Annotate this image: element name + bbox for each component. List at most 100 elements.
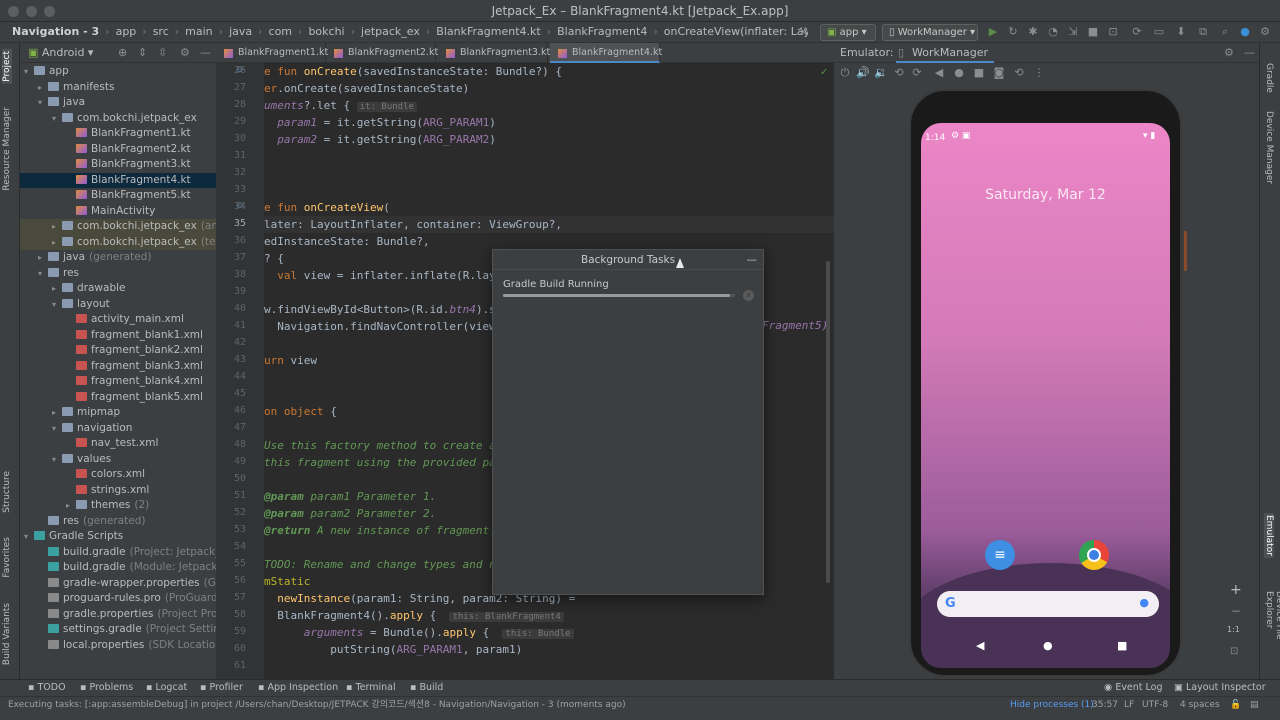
hide-processes-link[interactable]: Hide processes (1) [1010, 697, 1094, 713]
minimize-popup-icon[interactable]: — [747, 250, 758, 270]
no-problems-icon[interactable]: ✓ [820, 67, 828, 78]
project-tree-row[interactable]: ▸ mipmap [20, 405, 216, 421]
breadcrumb-item[interactable]: src [149, 22, 173, 42]
locate-icon[interactable]: ⊕ [118, 43, 127, 63]
bottom-tool-terminal[interactable]: ▪ Terminal [346, 680, 396, 696]
project-tree-row[interactable]: nav_test.xml [20, 436, 216, 452]
editor-tab[interactable]: BlankFragment2.kt [326, 43, 438, 63]
project-tree-row[interactable]: ▸ com.bokchi.jetpack_ex(andro [20, 219, 216, 235]
project-tree-row[interactable]: ▾ app [20, 64, 216, 80]
expand-arrow-icon[interactable]: ▸ [52, 405, 62, 421]
project-tree-row[interactable]: ▾ java [20, 95, 216, 111]
stop-icon[interactable]: ■ [1086, 25, 1100, 39]
emulator-device-tab[interactable]: ▯ WorkManager [896, 43, 995, 63]
project-tree-row[interactable]: ▾ com.bokchi.jetpack_ex [20, 111, 216, 127]
project-tree-row[interactable]: fragment_blank2.xml [20, 343, 216, 359]
expand-arrow-icon[interactable]: ▾ [52, 452, 62, 468]
project-tree-row[interactable]: BlankFragment1.kt [20, 126, 216, 142]
breadcrumb-item[interactable]: BlankFragment4 [553, 22, 651, 42]
bottom-tool-logcat[interactable]: ▪ Logcat [146, 680, 187, 696]
expand-all-icon[interactable]: ⇕ [138, 43, 147, 63]
more-icon[interactable]: ⋮ [1032, 66, 1046, 80]
volume-up-icon[interactable]: 🔊 [856, 66, 870, 80]
memory-indicator-icon[interactable]: ▤ [1250, 697, 1259, 713]
project-tree-row[interactable]: ▾ values [20, 452, 216, 468]
expand-arrow-icon[interactable]: ▾ [52, 111, 62, 127]
expand-arrow-icon[interactable]: ▸ [38, 80, 48, 96]
resource-manager-tab[interactable]: Resource Manager [2, 107, 12, 191]
snapshot-icon[interactable]: ⟲ [1012, 66, 1026, 80]
project-tree-row[interactable]: build.gradle(Project: Jetpack_Ex [20, 545, 216, 561]
expand-arrow-icon[interactable]: ▾ [52, 421, 62, 437]
project-tree-row[interactable]: ▸ themes (2) [20, 498, 216, 514]
project-tree-row[interactable]: activity_main.xml [20, 312, 216, 328]
screenshot-icon[interactable]: ◙ [992, 66, 1006, 80]
zoom-1-1-icon[interactable]: 1:1 [1227, 625, 1240, 634]
gear-icon[interactable]: ⚙ [180, 43, 190, 63]
project-view-select[interactable]: Android [42, 46, 85, 59]
project-tree-row[interactable]: ▸ manifests [20, 80, 216, 96]
project-tree-row[interactable]: local.properties(SDK Location) [20, 638, 216, 654]
bottom-tool-problems[interactable]: ▪ Problems [80, 680, 133, 696]
expand-arrow-icon[interactable]: ▾ [24, 529, 34, 545]
build-variants-tab[interactable]: Build Variants [2, 603, 12, 665]
project-tree-row[interactable]: fragment_blank3.xml [20, 359, 216, 375]
power-icon[interactable]: ⏻ [838, 66, 852, 80]
nav-back-icon[interactable]: ◀ [976, 639, 984, 652]
project-tree-row[interactable]: ▾ res [20, 266, 216, 282]
layout-inspector-button[interactable]: ▣ Layout Inspector [1174, 680, 1266, 696]
gradle-tab[interactable]: Gradle [1264, 63, 1274, 93]
project-tree-row[interactable]: build.gradle(Module: Jetpack_Ex [20, 560, 216, 576]
fit-screen-icon[interactable]: ⊡ [1230, 646, 1238, 657]
emulator-hide-icon[interactable]: — [1244, 43, 1255, 63]
hide-panel-icon[interactable]: — [200, 43, 211, 63]
editor-scrollbar[interactable] [826, 261, 830, 583]
expand-arrow-icon[interactable]: ▾ [52, 297, 62, 313]
apply-changes-icon[interactable]: ↻ [1006, 25, 1020, 39]
favorites-tab[interactable]: Favorites [2, 537, 12, 578]
breadcrumb-item[interactable]: jetpack_ex [357, 22, 424, 42]
project-tree-row[interactable]: fragment_blank4.xml [20, 374, 216, 390]
breadcrumb-item[interactable]: main [181, 22, 216, 42]
project-tree-row[interactable]: strings.xml [20, 483, 216, 499]
project-tree-row[interactable]: ▾ layout [20, 297, 216, 313]
profile-icon[interactable]: ◔ [1046, 25, 1060, 39]
project-tree-row[interactable]: settings.gradle(Project Settings) [20, 622, 216, 638]
project-tree-row[interactable]: BlankFragment2.kt [20, 142, 216, 158]
close-window-button[interactable] [8, 6, 19, 17]
structure-tab[interactable]: Structure [2, 471, 12, 513]
device-manager-icon[interactable]: ▭ [1152, 25, 1166, 39]
project-tree-row[interactable]: ▸ drawable [20, 281, 216, 297]
emulator-side-tab[interactable]: Emulator [1264, 513, 1274, 558]
collapse-all-icon[interactable]: ⇳ [158, 43, 167, 63]
coverage-icon[interactable]: ⊡ [1106, 25, 1120, 39]
expand-arrow-icon[interactable]: ▾ [38, 95, 48, 111]
event-log-button[interactable]: ◉ Event Log [1104, 680, 1163, 696]
breadcrumb-item[interactable]: app [112, 22, 141, 42]
expand-arrow-icon[interactable]: ▸ [38, 250, 48, 266]
lock-icon[interactable]: 🔓 [1230, 697, 1241, 713]
nav-recents-icon[interactable]: ■ [1117, 639, 1127, 652]
project-tree-row[interactable]: ▸ com.bokchi.jetpack_ex(test) [20, 234, 216, 251]
zoom-window-button[interactable] [44, 6, 55, 17]
run-config-select[interactable]: ▣ app ▾ [820, 24, 876, 41]
nav-home-icon[interactable]: ● [1043, 639, 1053, 652]
home-icon[interactable]: ● [952, 66, 966, 80]
project-tree-row[interactable]: proguard-rules.pro(ProGuard Ru [20, 591, 216, 607]
breadcrumb-item[interactable]: bokchi [304, 22, 348, 42]
device-select[interactable]: ▯ WorkManager ▾ [882, 24, 978, 41]
project-tree-row[interactable]: fragment_blank1.xml [20, 328, 216, 344]
bottom-tool-profiler[interactable]: ▪ Profiler [200, 680, 243, 696]
line-separator[interactable]: LF [1124, 697, 1134, 713]
chrome-app-icon[interactable] [1079, 540, 1109, 570]
project-tree-row[interactable]: gradle-wrapper.properties(Grad [20, 576, 216, 592]
breadcrumb-item[interactable]: com [265, 22, 297, 42]
expand-arrow-icon[interactable]: ▸ [52, 235, 62, 251]
expand-arrow-icon[interactable]: ▸ [52, 281, 62, 297]
editor-tab[interactable]: BlankFragment1.kt [216, 43, 328, 63]
volume-down-icon[interactable]: 🔉 [874, 66, 888, 80]
breadcrumb-item[interactable]: BlankFragment4.kt [432, 22, 544, 42]
bottom-tool-build[interactable]: ▪ Build [410, 680, 443, 696]
project-tree-row[interactable]: gradle.properties(Project Proper [20, 607, 216, 623]
update-icon[interactable]: ● [1238, 25, 1252, 39]
